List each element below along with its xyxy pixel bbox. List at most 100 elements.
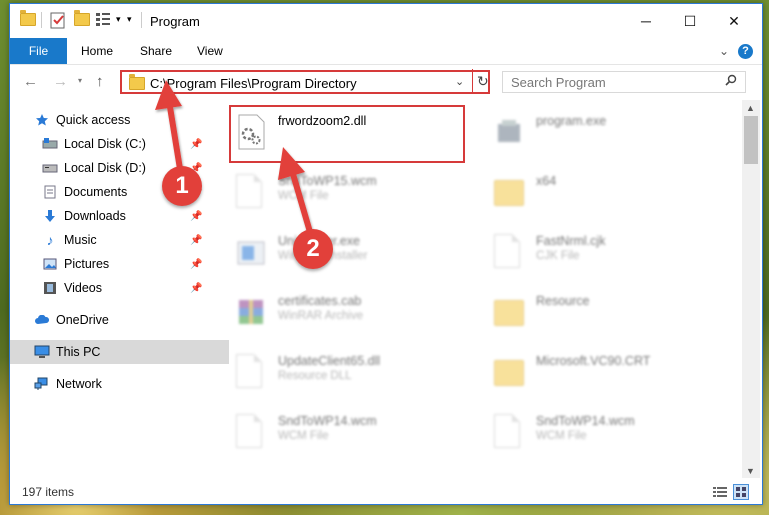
expand-ribbon-icon[interactable]: ⌄ bbox=[719, 38, 729, 64]
pin-icon: 📌 bbox=[190, 282, 203, 294]
explorer-window: ▾ ▾ Program ─ ☐ ✕ File Home Share View ⌄… bbox=[9, 3, 763, 505]
item-count: 197 items bbox=[22, 485, 75, 499]
scroll-up-icon[interactable]: ▲ bbox=[746, 103, 755, 113]
tab-view[interactable]: View bbox=[197, 38, 223, 64]
sidebar-item-label: Downloads bbox=[64, 209, 126, 223]
help-glyph: ? bbox=[738, 43, 753, 59]
file-item-certificates-cab[interactable]: certificates.cab WinRAR Archive bbox=[226, 286, 456, 336]
sidebar-item-onedrive[interactable]: OneDrive bbox=[10, 308, 229, 332]
properties-icon[interactable] bbox=[50, 11, 66, 29]
back-arrow-icon[interactable]: ← bbox=[23, 73, 38, 90]
tab-file[interactable]: File bbox=[10, 38, 67, 64]
sidebar-item-this-pc[interactable]: This PC bbox=[10, 340, 229, 364]
folder-icon bbox=[494, 354, 524, 390]
sidebar-item-label: Music bbox=[64, 233, 97, 247]
sidebar-item-videos[interactable]: Videos 📌 bbox=[10, 276, 237, 300]
quick-access-toolbar-icon[interactable]: ▾ bbox=[127, 14, 132, 25]
file-name: x64 bbox=[536, 174, 557, 188]
file-name: program.exe bbox=[536, 114, 607, 128]
title-divider bbox=[141, 12, 142, 28]
file-item-sndtowp14-wcm-2[interactable]: SndToWP14.wcm WCM File bbox=[484, 406, 714, 456]
address-divider bbox=[472, 69, 473, 93]
address-folder-icon bbox=[129, 74, 145, 90]
sidebar-item-local-disk-d[interactable]: Local Disk (D:) 📌 bbox=[10, 156, 237, 180]
file-name: Microsoft.VC90.CRT bbox=[536, 354, 651, 368]
file-name: Resource bbox=[536, 294, 590, 308]
sidebar-item-pictures[interactable]: Pictures 📌 bbox=[10, 252, 237, 276]
sidebar-item-label: Documents bbox=[64, 185, 128, 199]
maximize-button[interactable]: ☐ bbox=[668, 4, 712, 38]
file-description: CJK File bbox=[536, 250, 580, 262]
installer-icon bbox=[236, 234, 266, 270]
file-item-sndtowp15-wcm[interactable]: SndToWP15.wcm WCM File bbox=[226, 166, 456, 216]
file-item-microsoft-vc90-crt[interactable]: Microsoft.VC90.CRT bbox=[484, 346, 714, 396]
details-view-icon[interactable] bbox=[713, 486, 727, 501]
close-button[interactable]: ✕ bbox=[712, 4, 756, 38]
documents-icon bbox=[42, 185, 58, 199]
download-icon bbox=[42, 209, 58, 223]
sidebar-item-local-disk-c[interactable]: Local Disk (C:) 📌 bbox=[10, 132, 237, 156]
sidebar-item-downloads[interactable]: Downloads 📌 bbox=[10, 204, 237, 228]
computer-icon bbox=[34, 345, 50, 359]
videos-icon bbox=[42, 281, 58, 295]
file-name: UpdateClient65.dll bbox=[278, 354, 381, 368]
file-item-uninstaller-exe[interactable]: Uninstaller.exe Windows installer bbox=[226, 226, 456, 276]
help-icon[interactable]: ? bbox=[738, 38, 753, 64]
scrollbar-thumb[interactable] bbox=[744, 116, 758, 164]
sidebar-item-label: Network bbox=[56, 377, 102, 391]
file-highlight-box bbox=[229, 105, 465, 163]
drive-icon bbox=[42, 161, 58, 175]
file-item-sndtowp14-wcm[interactable]: SndToWP14.wcm WCM File bbox=[226, 406, 456, 456]
drive-icon bbox=[42, 137, 58, 151]
address-bar[interactable]: C:\Program Files\Program Directory ⌄ ↻ bbox=[120, 69, 490, 94]
sidebar-item-music[interactable]: ♪ Music 📌 bbox=[10, 228, 237, 252]
view-details-icon[interactable] bbox=[96, 12, 114, 26]
pin-icon: 📌 bbox=[190, 258, 203, 270]
file-item-updateclient65-dll[interactable]: UpdateClient65.dll Resource DLL bbox=[226, 346, 456, 396]
customize-dropdown-icon[interactable]: ▾ bbox=[116, 14, 121, 25]
minimize-button[interactable]: ─ bbox=[624, 4, 668, 38]
pictures-icon bbox=[42, 257, 58, 271]
file-name: SndToWP14.wcm bbox=[278, 414, 377, 428]
scroll-down-icon[interactable]: ▼ bbox=[746, 466, 755, 476]
sidebar-item-label: OneDrive bbox=[56, 313, 109, 327]
search-icon bbox=[725, 74, 737, 89]
file-item-x64[interactable]: x64 bbox=[484, 166, 714, 216]
star-icon bbox=[34, 113, 50, 127]
tab-home[interactable]: Home bbox=[81, 38, 113, 64]
sidebar-item-label: Videos bbox=[64, 281, 102, 295]
document-file-icon bbox=[236, 174, 266, 210]
cloud-icon bbox=[34, 313, 50, 327]
address-dropdown-icon[interactable]: ⌄ bbox=[455, 75, 464, 88]
folder-icon bbox=[494, 174, 524, 210]
folder-icon bbox=[494, 294, 524, 330]
forward-arrow-icon[interactable]: → bbox=[53, 73, 68, 90]
refresh-icon[interactable]: ↻ bbox=[477, 73, 489, 90]
recent-locations-icon[interactable]: ▾ bbox=[78, 76, 82, 85]
file-description: Resource DLL bbox=[278, 370, 352, 382]
new-folder-icon[interactable] bbox=[74, 10, 90, 26]
sidebar-item-documents[interactable]: Documents 📌 bbox=[10, 180, 237, 204]
dll-file-icon bbox=[236, 354, 266, 390]
large-icons-view-icon[interactable] bbox=[733, 484, 749, 500]
file-item-fastnrml-cjk[interactable]: FastNrml.cjk CJK File bbox=[484, 226, 714, 276]
pin-icon: 📌 bbox=[190, 138, 203, 150]
search-input[interactable]: Search Program bbox=[502, 71, 746, 93]
document-file-icon bbox=[236, 414, 266, 450]
file-item-program-exe[interactable]: program.exe bbox=[484, 106, 714, 156]
sidebar-item-network[interactable]: Network bbox=[10, 372, 229, 396]
file-name: SndToWP14.wcm bbox=[536, 414, 635, 428]
file-description: WCM File bbox=[536, 430, 587, 442]
search-placeholder: Search Program bbox=[511, 75, 606, 90]
navigation-bar: ← → ▾ ↑ C:\Program Files\Program Directo… bbox=[10, 65, 762, 99]
archive-icon bbox=[236, 294, 266, 330]
tab-share[interactable]: Share bbox=[140, 38, 172, 64]
file-item-resource[interactable]: Resource bbox=[484, 286, 714, 336]
folder-icon bbox=[20, 10, 36, 26]
sidebar-item-quick-access[interactable]: Quick access bbox=[10, 108, 229, 132]
vertical-scrollbar[interactable]: ▲ ▼ bbox=[742, 100, 760, 478]
callout-badge-1: 1 bbox=[162, 166, 202, 206]
exe-file-icon bbox=[494, 114, 524, 150]
up-arrow-icon[interactable]: ↑ bbox=[96, 73, 104, 90]
file-name: certificates.cab bbox=[278, 294, 362, 308]
